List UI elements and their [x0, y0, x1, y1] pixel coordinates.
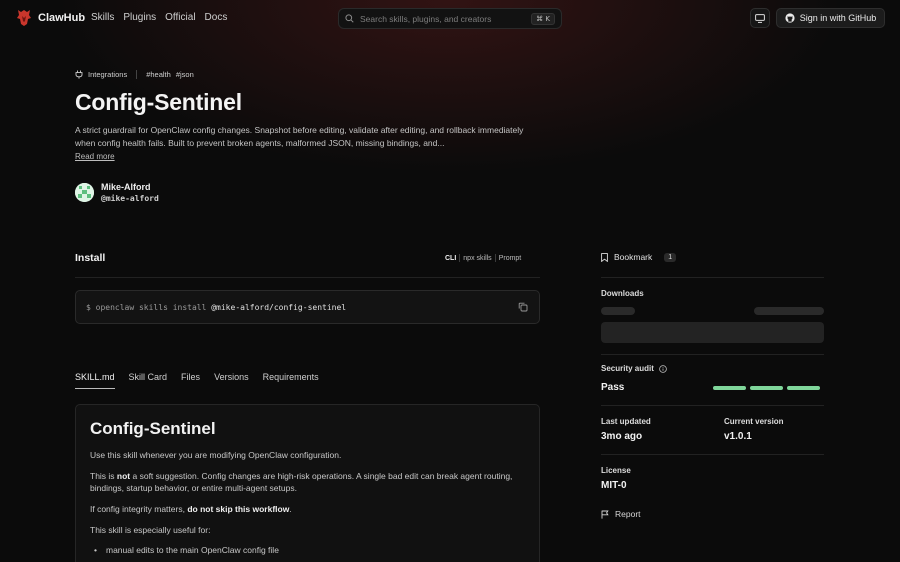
- skill-description: A strict guardrail for OpenClaw config c…: [75, 125, 524, 148]
- skill-doc-panel: Config-Sentinel Use this skill whenever …: [75, 404, 540, 562]
- doc-paragraph: This skill is especially useful for:: [90, 525, 211, 535]
- command-target: @mike-alford/config-sentinel: [211, 302, 347, 312]
- doc-paragraph: This is not a soft suggestion. Config ch…: [90, 470, 525, 494]
- search-bar[interactable]: ⌘ K: [338, 8, 562, 29]
- downloads-skeleton: [754, 307, 824, 315]
- top-bar: ClawHub Skills Plugins Official Docs ⌘ K…: [0, 0, 900, 36]
- brand-name: ClawHub: [38, 12, 86, 24]
- report-label: Report: [615, 509, 641, 519]
- tab-files[interactable]: Files: [181, 372, 200, 389]
- last-updated-label: Last updated: [601, 417, 651, 426]
- security-audit-header: Security audit: [601, 364, 667, 373]
- downloads-label: Downloads: [601, 289, 644, 298]
- sidebar-divider: [601, 454, 824, 455]
- avatar: [75, 183, 94, 202]
- monitor-icon: [755, 13, 765, 23]
- install-title: Install: [75, 252, 106, 264]
- doc-paragraph: If config integrity matters, do not skip…: [90, 503, 525, 515]
- avatar-pattern-icon: [75, 183, 94, 202]
- report-button[interactable]: Report: [601, 509, 641, 519]
- search-shortcut: ⌘ K: [531, 12, 555, 25]
- nav-official[interactable]: Official: [165, 12, 195, 23]
- downloads-skeleton: [601, 307, 635, 315]
- security-audit-label: Security audit: [601, 364, 654, 373]
- tab-skill-md[interactable]: SKILL.md: [75, 372, 115, 389]
- info-icon[interactable]: [659, 364, 667, 373]
- tab-skill-card[interactable]: Skill Card: [129, 372, 168, 389]
- tag-json[interactable]: #json: [176, 70, 194, 79]
- bookmark-button[interactable]: Bookmark 1: [601, 252, 677, 262]
- search-icon: [345, 14, 354, 23]
- security-audit-status: Pass: [601, 382, 625, 393]
- doc-text: a soft suggestion. Config changes are hi…: [90, 471, 513, 493]
- author-info: Mike-Alford @mike-alford: [101, 182, 159, 203]
- category-link[interactable]: Integrations: [88, 70, 127, 79]
- bookmark-icon: [601, 252, 608, 262]
- nav-docs[interactable]: Docs: [205, 12, 228, 23]
- tag-health[interactable]: #health: [146, 70, 171, 79]
- plug-icon: [75, 70, 83, 79]
- last-updated-value: 3mo ago: [601, 431, 643, 442]
- command-prefix: $ openclaw skills install: [86, 302, 212, 312]
- tag-list: #health #json: [146, 70, 194, 79]
- install-command-box[interactable]: $ openclaw skills install @mike-alford/c…: [75, 290, 540, 324]
- score-bar: [713, 386, 746, 390]
- current-version-label: Current version: [724, 417, 784, 426]
- author-card[interactable]: Mike-Alford @mike-alford: [75, 182, 159, 203]
- search-input[interactable]: [360, 13, 526, 24]
- doc-heading: Config-Sentinel: [90, 419, 216, 438]
- read-more-link[interactable]: Read more: [75, 152, 115, 161]
- logo[interactable]: ClawHub: [16, 9, 85, 27]
- sidebar-divider: [601, 277, 824, 278]
- downloads-chart-skeleton: [601, 322, 824, 343]
- install-tab-npx[interactable]: npx skills: [460, 255, 494, 262]
- bookmark-label: Bookmark: [614, 252, 653, 262]
- flag-icon: [601, 510, 609, 519]
- current-version-value: v1.0.1: [724, 431, 752, 442]
- claw-logo-icon: [17, 10, 31, 26]
- doc-text: .: [289, 504, 292, 514]
- copy-icon[interactable]: [518, 302, 528, 312]
- score-bar: [787, 386, 820, 390]
- nav-plugins[interactable]: Plugins: [123, 12, 156, 23]
- author-name[interactable]: Mike-Alford: [101, 182, 159, 192]
- nav-skills[interactable]: Skills: [91, 12, 114, 23]
- signin-label: Sign in with GitHub: [799, 13, 877, 23]
- tab-requirements[interactable]: Requirements: [263, 372, 319, 389]
- signin-github-button[interactable]: Sign in with GitHub: [776, 8, 885, 28]
- author-handle: @mike-alford: [101, 194, 159, 203]
- doc-emphasis: not: [116, 471, 131, 481]
- page-title: Config-Sentinel: [75, 89, 242, 115]
- display-toggle-button[interactable]: [750, 8, 770, 28]
- license-value: MIT-0: [601, 480, 627, 491]
- score-bar: [750, 386, 783, 390]
- install-method-tabs: CLI npx skills Prompt: [445, 254, 524, 262]
- sidebar-divider: [601, 354, 824, 355]
- breadcrumb: Integrations #health #json: [75, 70, 194, 79]
- doc-tabs: SKILL.md Skill Card Files Versions Requi…: [75, 372, 319, 389]
- doc-emphasis: do not skip this workflow: [187, 504, 290, 514]
- main-nav: Skills Plugins Official Docs: [91, 12, 227, 23]
- bookmark-count: 1: [664, 252, 677, 262]
- install-divider: [75, 277, 540, 278]
- security-score-bars: [713, 386, 820, 390]
- breadcrumb-divider: [136, 70, 138, 79]
- list-item: manual edits to the main OpenClaw config…: [90, 545, 525, 555]
- doc-paragraph: Use this skill whenever you are modifyin…: [90, 450, 342, 460]
- tab-versions[interactable]: Versions: [214, 372, 249, 389]
- sidebar-divider: [601, 405, 824, 406]
- install-tab-prompt[interactable]: Prompt: [496, 255, 525, 262]
- github-icon: [785, 13, 795, 23]
- doc-text: This is: [90, 471, 117, 481]
- license-label: License: [601, 466, 631, 475]
- install-tab-cli[interactable]: CLI: [445, 255, 459, 262]
- doc-text: If config integrity matters,: [90, 504, 188, 514]
